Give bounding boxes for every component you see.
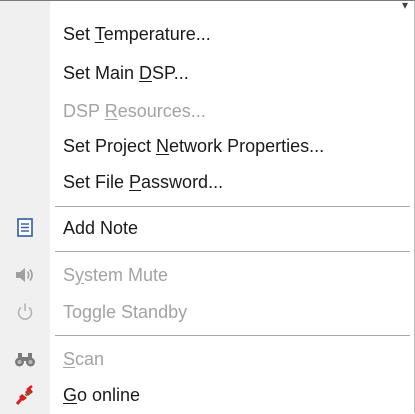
menu-item-label: DSP Resources... [63,101,206,121]
menu-item-label: Set Main DSP... [63,63,189,83]
accelerator-key: y [75,265,85,285]
speaker-icon [16,268,33,282]
menu-separator [55,206,410,207]
accelerator-key: S [63,349,76,369]
corner-mark: ▾ [402,0,409,12]
menu-item-label: Set File Password... [63,172,224,192]
power-icon [17,303,33,320]
menu-item-label: Scan [63,349,105,369]
note-icon [17,218,33,237]
menu-item-label: Go online [63,385,141,405]
menu-item-set-file-password[interactable]: Set File Password... [0,165,414,199]
menu-separator [55,251,410,252]
accelerator-key: T [94,24,104,44]
menu-item-set-temperature[interactable]: Set Temperature... [0,17,414,51]
menu-item-add-note[interactable]: Add Note [0,211,414,245]
menu-item-label: Toggle Standby [63,302,188,322]
menu-item-go-online[interactable]: Go online [0,378,414,412]
menu-item-set-main-dsp[interactable]: Set Main DSP... [0,56,414,90]
menu-item-system-mute[interactable]: System Mute [0,258,414,292]
menu-item-label: Add Note [63,218,139,238]
menu-item-label: System Mute [63,265,169,285]
accelerator-key: G [63,385,78,405]
menu-item-set-project-network-properties[interactable]: Set Project Network Properties... [0,129,414,163]
accelerator-key: P [129,172,142,192]
binoculars-icon [15,353,35,367]
connect-plug-icon [15,385,33,405]
menu-item-label: Set Temperature... [63,24,211,44]
accelerator-key: N [156,136,170,156]
accelerator-key: D [139,63,153,83]
menu-item-scan[interactable]: Scan [0,342,414,376]
menu-separator [55,335,410,336]
accelerator-key: R [104,101,118,121]
menu-item-toggle-standby[interactable]: Toggle Standby [0,295,414,329]
menu-item-label: Set Project Network Properties... [63,136,325,156]
context-menu: ▾ Set Temperature... Set Main DSP... DSP… [0,0,415,414]
menu-item-dsp-resources[interactable]: DSP Resources... [0,94,414,128]
